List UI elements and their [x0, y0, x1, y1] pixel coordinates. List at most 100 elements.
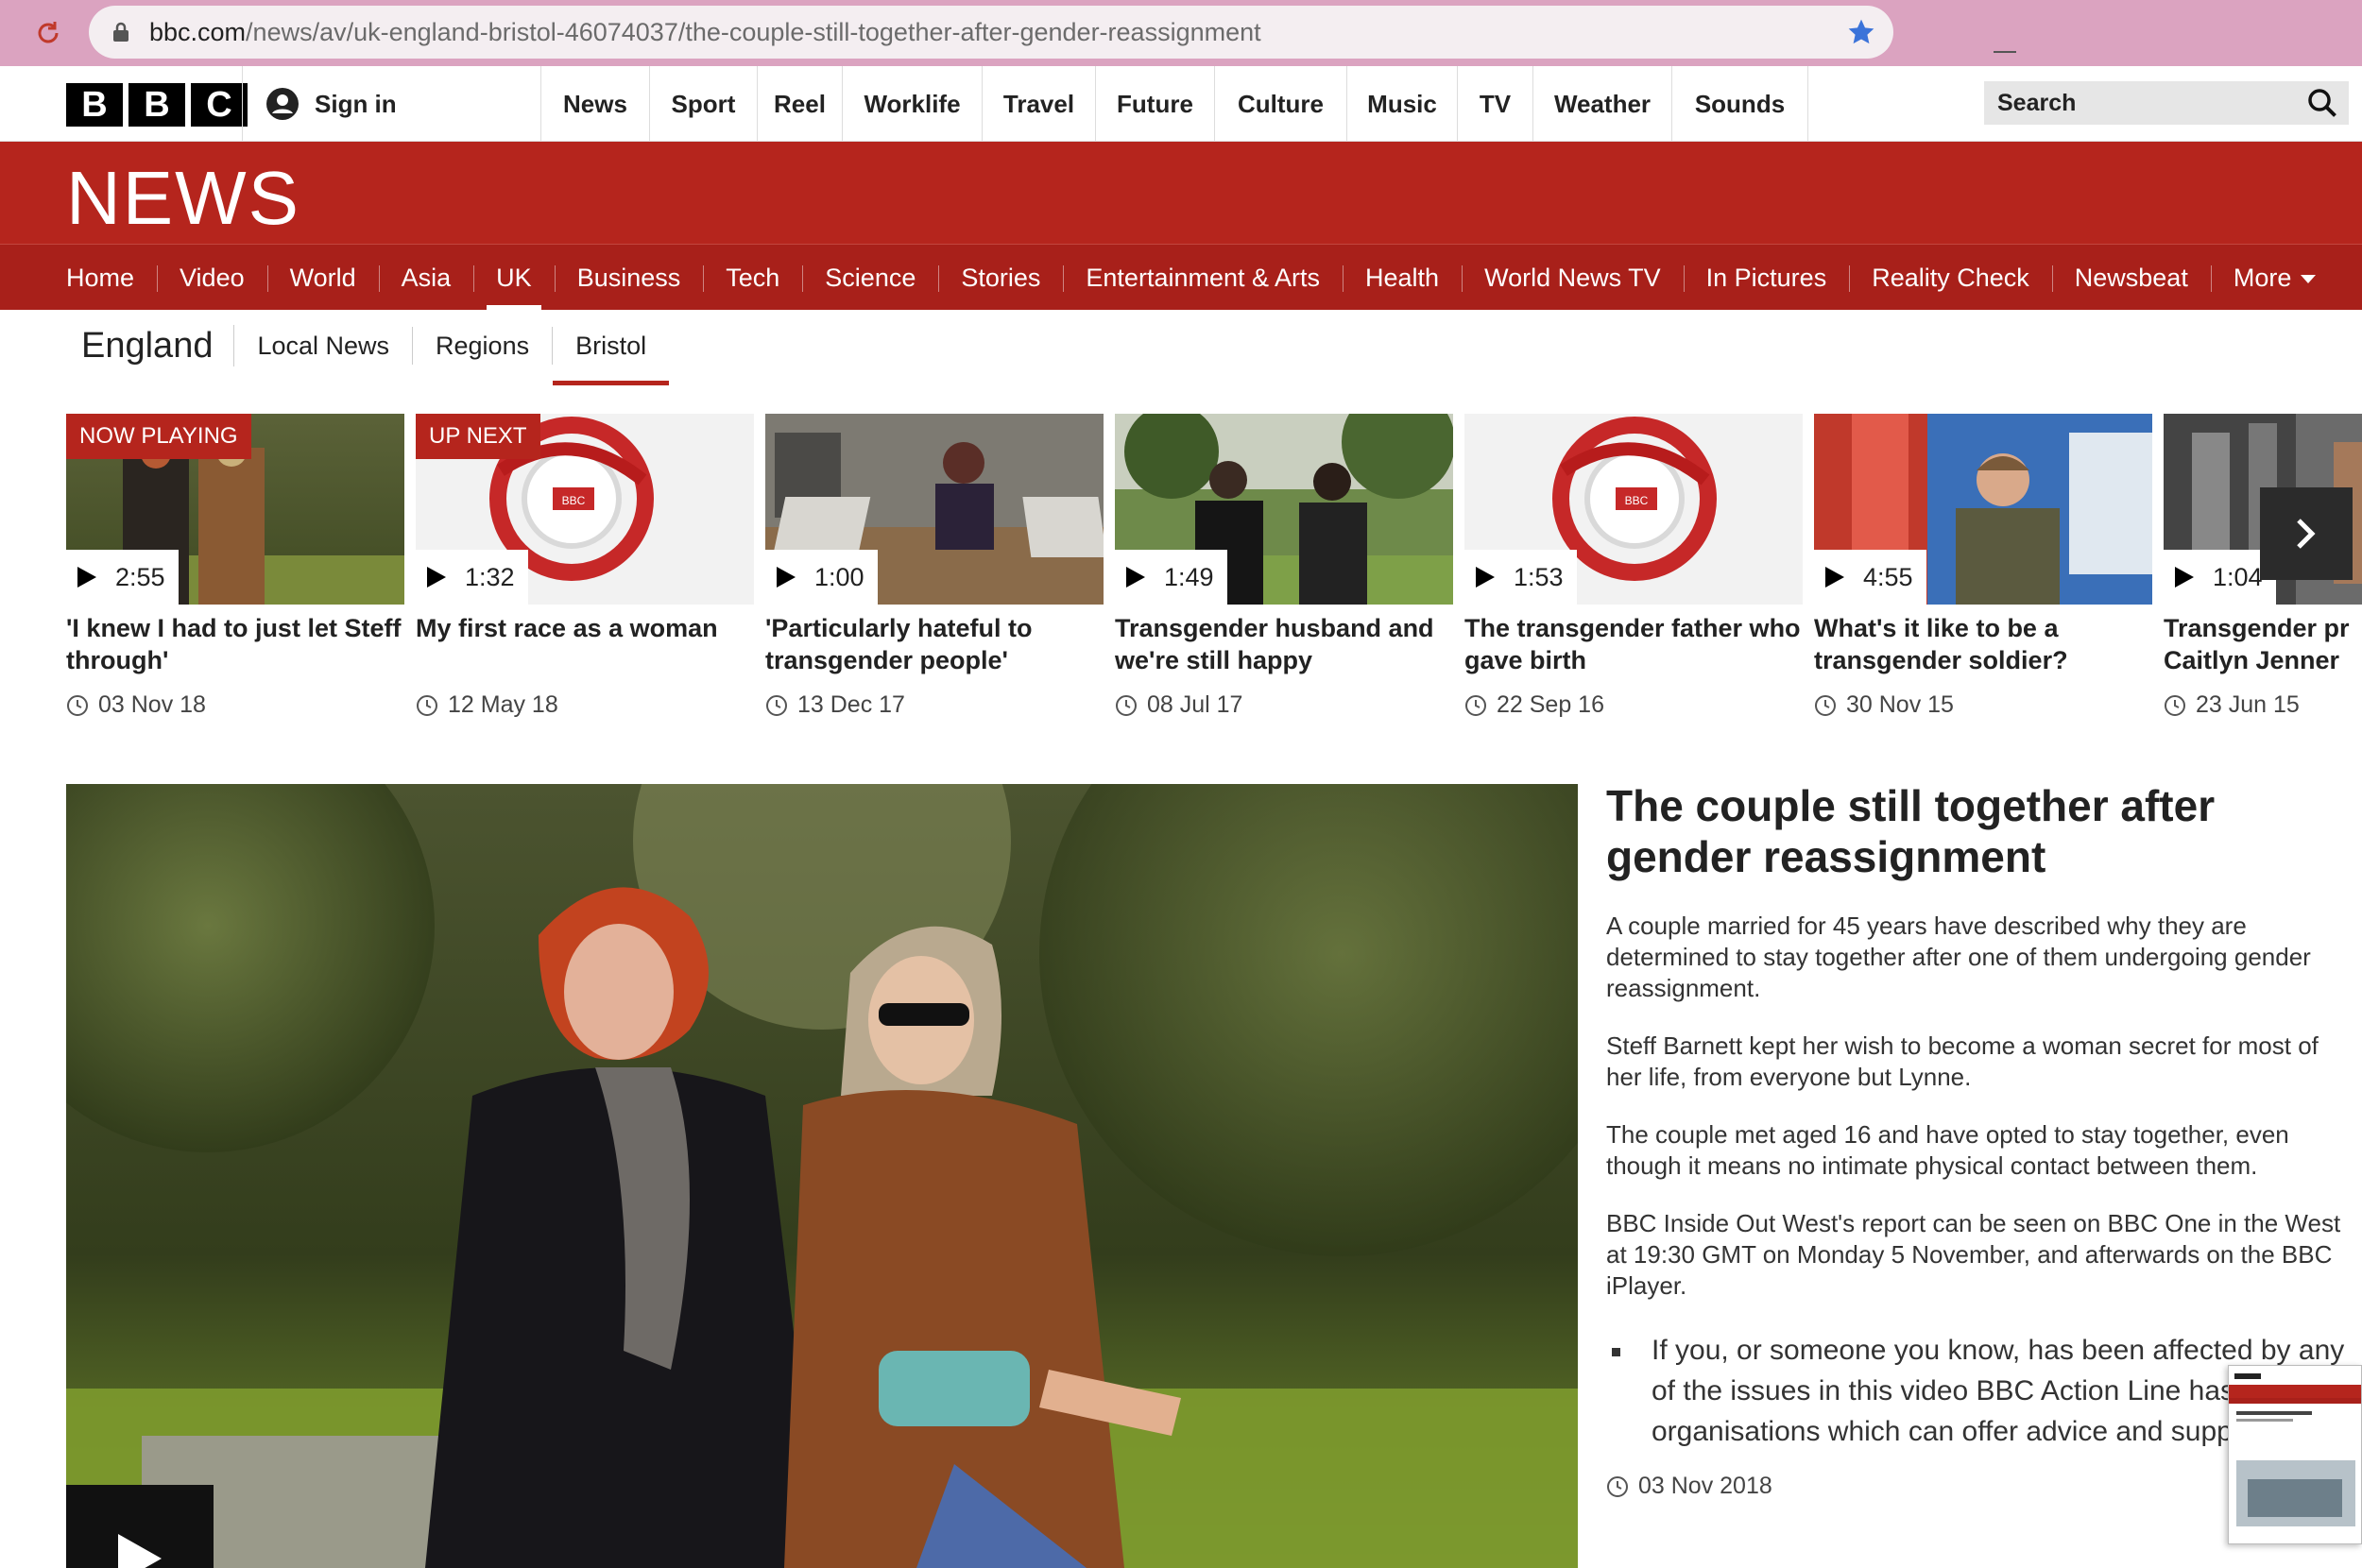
video-thumbnail[interactable]: BBC UP NEXT 1:32	[416, 414, 754, 605]
card-date-text: 08 Jul 17	[1147, 691, 1243, 718]
clock-icon	[1815, 694, 1836, 716]
play-icon	[1825, 567, 1844, 588]
sub-nav-bristol[interactable]: Bristol	[552, 327, 670, 385]
url-host: bbc.com	[149, 18, 247, 46]
clock-icon	[1116, 694, 1137, 716]
search-input[interactable]	[1984, 81, 2286, 125]
card-date-text: 22 Sep 16	[1497, 691, 1604, 718]
card-title[interactable]: What's it like to be a transgender soldie…	[1814, 612, 2150, 676]
sign-in-link[interactable]: Sign in	[242, 66, 537, 142]
section-tech[interactable]: Tech	[703, 245, 802, 311]
carousel-card[interactable]: NOW PLAYING 2:55 'I knew I had to just l…	[66, 414, 404, 735]
card-title[interactable]: Transgender pr Caitlyn Jenner	[2164, 612, 2362, 676]
url-text[interactable]: bbc.com/news/av/uk-england-bristol-46074…	[149, 18, 1261, 47]
section-health[interactable]: Health	[1343, 245, 1462, 311]
section-business[interactable]: Business	[554, 245, 704, 311]
duration-time: 1:00	[814, 562, 864, 591]
section-science[interactable]: Science	[802, 245, 938, 311]
carousel-card[interactable]: 1:49 Transgender husband and we're still …	[1115, 414, 1453, 735]
card-date: 12 May 18	[416, 691, 558, 719]
section-video[interactable]: Video	[157, 245, 267, 311]
screenshot-preview-thumbnail[interactable]	[2228, 1365, 2362, 1544]
section-home[interactable]: Home	[43, 245, 157, 311]
section-more[interactable]: More	[2210, 245, 2339, 311]
nav-music[interactable]: Music	[1346, 66, 1457, 142]
nav-tv[interactable]: TV	[1457, 66, 1532, 142]
section-entertainment-arts[interactable]: Entertainment & Arts	[1063, 245, 1343, 311]
nav-culture[interactable]: Culture	[1214, 66, 1346, 142]
search-icon[interactable]	[2305, 86, 2339, 120]
video-thumbnail[interactable]: NOW PLAYING 2:55	[66, 414, 404, 605]
carousel-card[interactable]: BBC UP NEXT 1:32 My first race as a woma…	[416, 414, 754, 735]
section-world-news-tv[interactable]: World News TV	[1462, 245, 1684, 311]
clock-icon	[67, 694, 88, 716]
card-title[interactable]: 'Particularly hateful to transgender peop…	[765, 612, 1102, 676]
news-logo[interactable]: NEWS	[66, 155, 300, 242]
card-title-line: Transgender husband and	[1115, 614, 1434, 642]
card-title[interactable]: My first race as a woman	[416, 612, 752, 644]
story-paragraph: A couple married for 45 years have descr…	[1606, 912, 2311, 1002]
card-title[interactable]: The transgender father who gave birth	[1464, 612, 1801, 676]
nav-travel[interactable]: Travel	[982, 66, 1095, 142]
reload-icon[interactable]	[26, 11, 70, 55]
card-title[interactable]: Transgender husband and we're still happy	[1115, 612, 1451, 676]
nav-sport[interactable]: Sport	[649, 66, 757, 142]
main-video-player[interactable]	[66, 784, 1578, 1568]
video-thumbnail[interactable]: BBC 1:53	[1464, 414, 1803, 605]
bbc-main-nav: News Sport Reel Worklife Travel Future C…	[540, 66, 1808, 142]
play-icon	[1126, 567, 1145, 588]
sub-nav-title[interactable]: England	[66, 325, 235, 366]
duration-time: 2:55	[115, 562, 165, 591]
card-title-line: 'I knew I had to just let Steff	[66, 614, 402, 642]
card-title-line: transgender soldier?	[1814, 646, 2068, 674]
clock-icon	[417, 694, 437, 716]
section-stories[interactable]: Stories	[938, 245, 1063, 311]
section-reality-check[interactable]: Reality Check	[1849, 245, 2052, 311]
card-title[interactable]: 'I knew I had to just let Steff through'	[66, 612, 402, 676]
carousel-card[interactable]: BBC 1:53 The transgender father who gave …	[1464, 414, 1803, 735]
now-playing-badge: NOW PLAYING	[66, 414, 251, 459]
nav-sounds[interactable]: Sounds	[1671, 66, 1808, 142]
story-headline: The couple still together after gender r…	[1606, 781, 2216, 881]
duration-label: 1:00	[765, 550, 878, 605]
play-icon	[118, 1534, 162, 1568]
bookmark-star-icon[interactable]	[1846, 17, 1876, 47]
video-thumbnail[interactable]: 4:55	[1814, 414, 2152, 605]
section-world[interactable]: World	[266, 245, 379, 311]
video-thumbnail[interactable]: 1:49	[1115, 414, 1453, 605]
nav-news[interactable]: News	[540, 66, 649, 142]
duration-label: 4:55	[1814, 550, 1926, 605]
carousel-next-button[interactable]	[2260, 487, 2353, 580]
svg-text:BBC: BBC	[1625, 494, 1649, 507]
bbc-logo[interactable]: B B C	[66, 83, 248, 127]
sub-nav-local-news[interactable]: Local News	[234, 327, 412, 365]
news-masthead: NEWS	[0, 142, 2362, 244]
card-date: 22 Sep 16	[1464, 691, 1604, 719]
logo-block: B	[128, 83, 185, 127]
carousel-card[interactable]: 4:55 What's it like to be a transgender s…	[1814, 414, 2152, 735]
nav-weather[interactable]: Weather	[1532, 66, 1671, 142]
duration-label: 1:32	[416, 550, 528, 605]
section-in-pictures[interactable]: In Pictures	[1683, 245, 1850, 311]
story-paragraph: The couple met aged 16 and have opted to…	[1606, 1120, 2289, 1180]
video-thumbnail[interactable]: 1:00	[765, 414, 1104, 605]
play-icon	[1476, 567, 1495, 588]
nav-reel[interactable]: Reel	[757, 66, 842, 142]
clock-icon	[1465, 694, 1486, 716]
card-title-line: transgender people'	[765, 646, 1008, 674]
address-bar[interactable]: bbc.com/news/av/uk-england-bristol-46074…	[89, 6, 1893, 59]
search-box	[1984, 81, 2349, 125]
card-date: 03 Nov 18	[66, 691, 206, 719]
nav-future[interactable]: Future	[1095, 66, 1214, 142]
section-uk[interactable]: UK	[473, 245, 555, 311]
sub-nav-regions[interactable]: Regions	[412, 327, 552, 365]
play-button[interactable]	[66, 1485, 214, 1568]
duration-time: 1:49	[1164, 562, 1214, 591]
story-paragraph: Steff Barnett kept her wish to become a …	[1606, 1031, 2319, 1091]
duration-label: 1:49	[1115, 550, 1227, 605]
nav-worklife[interactable]: Worklife	[842, 66, 982, 142]
section-asia[interactable]: Asia	[378, 245, 474, 311]
section-newsbeat[interactable]: Newsbeat	[2051, 245, 2211, 311]
more-label: More	[2233, 264, 2292, 292]
carousel-card[interactable]: 1:00 'Particularly hateful to transgender…	[765, 414, 1104, 735]
